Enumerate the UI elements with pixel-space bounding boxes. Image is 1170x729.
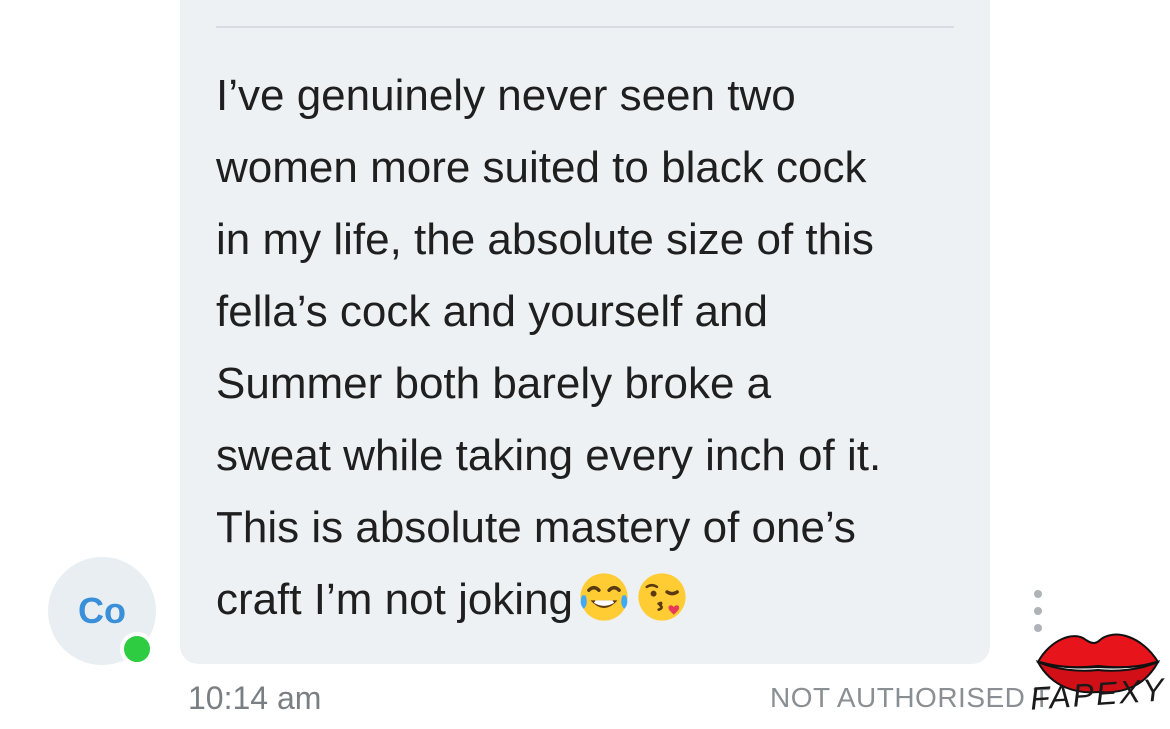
online-status-indicator: [120, 632, 154, 666]
more-dot: [1034, 607, 1042, 615]
bubble-divider: [216, 26, 954, 28]
message-text: I’ve genuinely never seen two women more…: [216, 60, 976, 636]
face-blowing-kiss-emoji: [638, 573, 686, 621]
message-body: I’ve genuinely never seen two women more…: [216, 71, 882, 624]
watermark-text: NOT AUTHORISED T: [770, 682, 1051, 713]
chat-screen: I’ve genuinely never seen two women more…: [0, 0, 1170, 729]
message-timestamp: 10:14 am: [188, 680, 322, 716]
tears-of-joy-emoji: [580, 573, 628, 621]
more-dot: [1034, 590, 1042, 598]
avatar-initials: Co: [78, 590, 126, 631]
